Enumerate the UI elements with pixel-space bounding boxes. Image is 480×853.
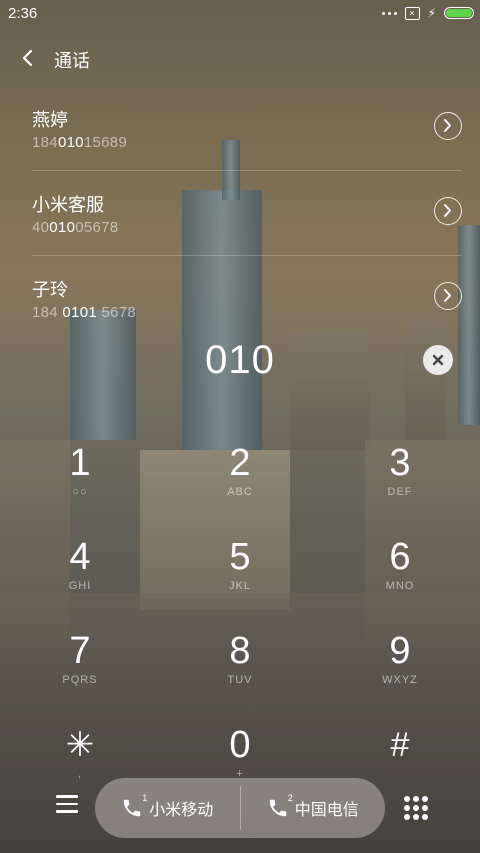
menu-button[interactable] <box>56 795 78 817</box>
contact-name: 燕婷 <box>32 110 68 130</box>
battery-icon <box>444 7 474 19</box>
sim1-carrier-label: 小米移动 <box>149 802 214 819</box>
contact-number: 18401015689 <box>32 134 128 151</box>
call-buttons: 1 小米移动 2 中国电信 <box>95 778 385 838</box>
call-sim2-button[interactable]: 2 中国电信 <box>241 778 386 838</box>
no-sim-icon: × <box>404 6 420 20</box>
contact-row[interactable]: 小米客服 4001005678 <box>32 171 462 256</box>
contact-detail-button[interactable] <box>434 282 462 310</box>
contact-row[interactable]: 子玲 184 0101 5678 <box>32 256 462 340</box>
contact-name: 小米客服 <box>32 195 104 215</box>
call-sim1-button[interactable]: 1 小米移动 <box>95 778 240 838</box>
contact-number: 184 0101 5678 <box>32 304 137 321</box>
key-2[interactable]: 2 ABC <box>160 438 320 532</box>
chevron-right-icon <box>444 289 451 302</box>
contact-detail-button[interactable] <box>434 197 462 225</box>
back-arrow-icon <box>22 49 33 67</box>
key-1[interactable]: 1 ○○ <box>0 438 160 532</box>
more-dots-icon <box>381 11 397 15</box>
page-title: 通话 <box>54 51 90 71</box>
dialed-number[interactable]: 010 <box>0 338 480 383</box>
contact-number: 4001005678 <box>32 219 119 236</box>
status-time: 2:36 <box>8 5 38 22</box>
contact-row[interactable]: 燕婷 18401015689 <box>32 86 462 171</box>
dial-keypad: 1 ○○ 2 ABC 3 DEF 4 GHI 5 JKL 6 MNO 7 PQRS 8 TUV … <box>0 438 480 814</box>
phone-sim1-icon: 1 <box>121 793 147 819</box>
close-icon <box>432 354 444 366</box>
back-button[interactable] <box>18 44 38 72</box>
chevron-right-icon <box>444 204 451 217</box>
key-6[interactable]: 6 MNO <box>320 532 480 626</box>
key-8[interactable]: 8 TUV <box>160 626 320 720</box>
header: 通话 <box>0 40 480 76</box>
status-icons: × ⚡ <box>381 6 474 20</box>
key-5[interactable]: 5 JKL <box>160 532 320 626</box>
bottom-bar: 1 小米移动 2 中国电信 <box>0 778 480 838</box>
status-bar: 2:36 × ⚡ <box>0 0 480 28</box>
key-7[interactable]: 7 PQRS <box>0 626 160 720</box>
contact-suggestions: 燕婷 18401015689 小米客服 4001005678 子玲 184 01… <box>32 86 462 340</box>
sim2-carrier-label: 中国电信 <box>294 802 359 819</box>
charging-icon: ⚡ <box>427 6 436 20</box>
chevron-right-icon <box>444 119 451 132</box>
dialpad-toggle-button[interactable] <box>404 796 428 820</box>
key-3[interactable]: 3 DEF <box>320 438 480 532</box>
contact-name: 子玲 <box>32 280 68 300</box>
key-9[interactable]: 9 WXYZ <box>320 626 480 720</box>
contact-detail-button[interactable] <box>434 112 462 140</box>
clear-button[interactable] <box>423 345 453 375</box>
phone-sim2-icon: 2 <box>267 793 293 819</box>
key-4[interactable]: 4 GHI <box>0 532 160 626</box>
